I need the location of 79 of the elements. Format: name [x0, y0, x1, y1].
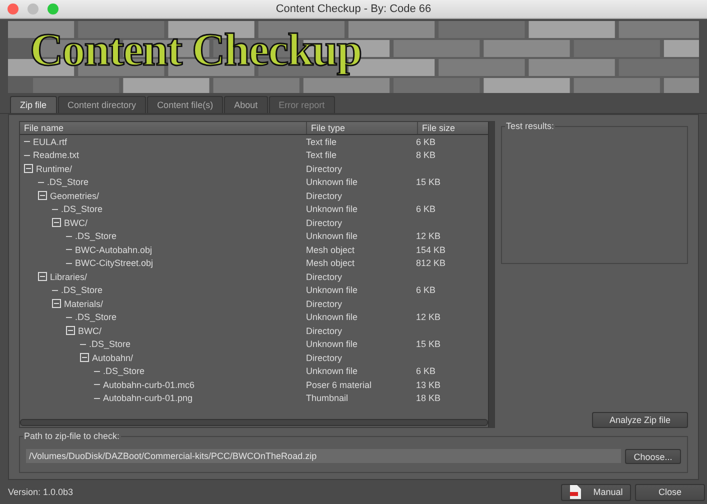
pdf-icon — [569, 485, 582, 499]
file-type: Mesh object — [305, 244, 356, 255]
file-type: Thumbnail — [305, 393, 350, 404]
horizontal-scrollbar[interactable] — [20, 419, 488, 426]
file-name[interactable]: Autobahn-curb-01.png — [103, 393, 193, 404]
collapse-icon[interactable] — [38, 272, 47, 282]
file-name[interactable]: Autobahn/ — [92, 352, 134, 363]
file-name[interactable]: EULA.rtf — [33, 136, 68, 147]
group-label: Test results: — [505, 121, 556, 131]
vertical-scrollbar[interactable] — [488, 122, 494, 427]
file-type: Unknown file — [305, 339, 359, 350]
column-header[interactable]: File type — [307, 122, 418, 134]
tab[interactable]: Content directory — [58, 96, 146, 113]
file-size: 12 KB — [415, 312, 442, 322]
file-type: Mesh object — [305, 258, 356, 268]
tab[interactable]: About — [224, 96, 268, 113]
window-title: Content Checkup - By: Code 66 — [276, 3, 432, 15]
version-label: Version: 1.0.0b3 — [8, 487, 74, 497]
file-type: Unknown file — [305, 285, 359, 296]
file-name[interactable]: BWC-CityStreet.obj — [75, 258, 154, 268]
tab[interactable]: Content file(s) — [147, 96, 224, 113]
file-name[interactable]: Geometries/ — [50, 190, 100, 201]
file-type: Directory — [305, 352, 344, 363]
manual-button[interactable]: Manual — [561, 484, 631, 500]
file-name[interactable]: .DS_Store — [61, 204, 103, 214]
file-type: Unknown file — [305, 231, 359, 242]
close-button[interactable]: Close — [635, 484, 705, 500]
file-type: Poser 6 material — [305, 380, 373, 390]
collapse-icon[interactable] — [80, 353, 89, 362]
file-type: Directory — [305, 326, 344, 336]
file-name[interactable]: .DS_Store — [103, 366, 145, 376]
file-type: Directory — [305, 190, 344, 201]
file-size: 18 KB — [415, 393, 442, 404]
file-size: 15 KB — [415, 177, 442, 188]
file-name[interactable]: .DS_Store — [61, 285, 103, 296]
tab[interactable]: Zip file — [10, 96, 57, 113]
file-type: Unknown file — [305, 312, 359, 322]
file-name[interactable]: BWC/ — [78, 326, 102, 336]
file-size: 6 KB — [415, 366, 437, 376]
file-type: Unknown file — [305, 177, 359, 188]
file-name[interactable]: .DS_Store — [75, 312, 117, 322]
analyze-button[interactable]: Analyze Zip file — [592, 412, 688, 428]
file-type: Unknown file — [305, 204, 359, 214]
file-size: 6 KB — [415, 136, 437, 147]
file-size: 812 KB — [415, 258, 447, 268]
file-size: 8 KB — [415, 150, 437, 160]
path-field[interactable]: /Volumes/DuoDisk/DAZBoot/Commercial-kits/PCC/BWCOnTheRoad.zip — [26, 449, 621, 463]
file-name[interactable]: Libraries/ — [50, 272, 88, 282]
collapse-icon[interactable] — [24, 164, 33, 174]
file-name[interactable]: Runtime/ — [36, 164, 72, 174]
file-type: Text file — [305, 150, 338, 160]
file-name[interactable]: .DS_Store — [89, 339, 131, 350]
file-type: Directory — [305, 164, 344, 174]
choose-button[interactable]: Choose... — [625, 449, 681, 464]
logo-text: Content Checkup — [30, 27, 362, 73]
file-size: 13 KB — [415, 380, 442, 390]
file-name[interactable]: BWC/ — [64, 218, 88, 228]
file-size: 12 KB — [415, 231, 442, 242]
file-size: 6 KB — [415, 204, 437, 214]
collapse-icon[interactable] — [38, 191, 47, 200]
file-name[interactable]: Autobahn-curb-01.mc6 — [103, 380, 195, 390]
file-type: Directory — [305, 272, 344, 282]
collapse-icon[interactable] — [52, 218, 61, 228]
column-header[interactable]: File name — [20, 122, 307, 134]
file-size: 6 KB — [415, 285, 437, 296]
file-name[interactable]: BWC-Autobahn.obj — [75, 244, 152, 255]
file-name[interactable]: Materials/ — [64, 298, 104, 309]
file-type: Text file — [305, 136, 338, 147]
group-label: Path to zip-file to check: — [23, 431, 121, 441]
collapse-icon[interactable] — [66, 326, 75, 336]
file-name[interactable]: .DS_Store — [75, 231, 117, 242]
file-type: Directory — [305, 218, 344, 228]
collapse-icon[interactable] — [52, 299, 61, 308]
file-name[interactable]: Readme.txt — [33, 150, 80, 160]
file-size: 15 KB — [415, 339, 442, 350]
file-type: Directory — [305, 298, 344, 309]
file-name[interactable]: .DS_Store — [47, 177, 89, 188]
file-type: Unknown file — [305, 366, 359, 376]
file-size: 154 KB — [415, 244, 447, 255]
